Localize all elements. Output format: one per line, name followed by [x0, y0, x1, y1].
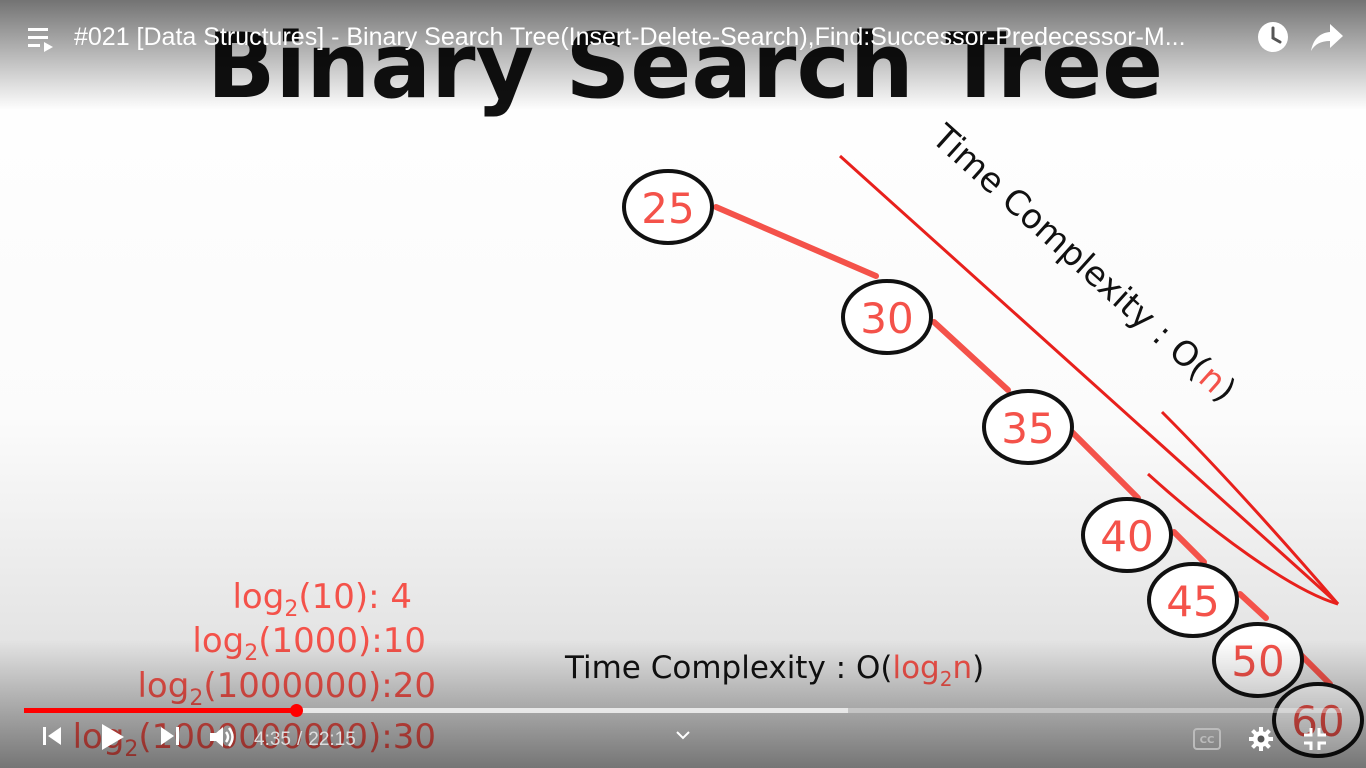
captions-icon[interactable]: CC [1193, 728, 1221, 750]
clock-icon[interactable] [1256, 20, 1290, 54]
log-example: log2(1000):10 [192, 621, 426, 666]
previous-icon[interactable] [40, 724, 64, 748]
svg-text:40: 40 [1100, 512, 1153, 561]
player-top-bar: #021 [Data Structures] - Binary Search T… [0, 0, 1366, 72]
svg-text:CC: CC [1200, 735, 1215, 746]
svg-text:25: 25 [641, 184, 694, 233]
svg-text:45: 45 [1166, 577, 1219, 626]
play-icon[interactable] [98, 722, 126, 752]
log-example: log2(10): 4 [232, 577, 412, 622]
duration: 22:15 [308, 729, 356, 750]
playlist-icon[interactable] [28, 26, 56, 52]
balanced-complexity-label: Time Complexity : O(log2n) [564, 650, 984, 691]
tree-node: 25 [622, 169, 714, 245]
chevron-down-icon[interactable] [672, 728, 694, 742]
current-time: 4:35 [254, 729, 291, 750]
time-display: 4:35/22:15 [254, 728, 356, 752]
progress-played [24, 708, 296, 713]
tree-node: 45 [1147, 562, 1239, 638]
gear-icon[interactable] [1248, 726, 1274, 752]
progress-bar[interactable] [24, 704, 1342, 717]
video-frame[interactable]: Binary Search Tree 25 30 35 40 45 50 60 … [0, 0, 1366, 768]
svg-text:50: 50 [1231, 637, 1284, 686]
video-title[interactable]: #021 [Data Structures] - Binary Search T… [74, 20, 1244, 54]
volume-icon[interactable] [208, 724, 236, 750]
player-controls: 4:35/22:15 CC [0, 716, 1366, 768]
tree-node: 35 [982, 389, 1074, 465]
svg-text:30: 30 [860, 294, 913, 343]
log-example: log2(1000000):20 [137, 666, 436, 711]
tree-node: 40 [1081, 497, 1173, 573]
exit-fullscreen-icon[interactable] [1302, 726, 1328, 752]
svg-text:35: 35 [1001, 404, 1054, 453]
tree-node: 30 [841, 279, 933, 355]
tree-node: 50 [1212, 622, 1304, 698]
share-icon[interactable] [1310, 22, 1344, 52]
next-icon[interactable] [158, 724, 182, 748]
time-separator: / [296, 729, 303, 750]
